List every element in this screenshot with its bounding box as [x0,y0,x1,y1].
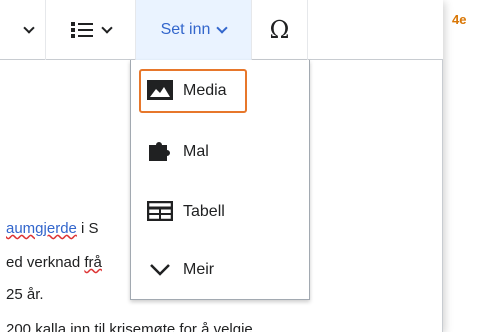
body-text: i S [76,220,99,237]
puzzle-icon [147,141,175,163]
side-panel [443,0,478,332]
menu-item-template[interactable]: Mal [141,130,301,174]
article-link[interactable]: aumgjerde [6,220,77,237]
list-dropdown-button[interactable] [46,0,136,60]
bullet-list-icon [70,21,93,39]
menu-item-label: Mal [183,143,209,160]
image-icon [147,80,175,102]
body-text: ed verknad [6,254,85,271]
chevron-down-icon [216,22,229,34]
body-text-line: ed verknad frå [6,254,102,271]
menu-item-media[interactable]: Media [139,69,247,113]
menu-item-table[interactable]: Tabell [141,190,301,234]
chevron-down-icon [100,22,113,34]
format-dropdown-button[interactable] [0,0,46,60]
menu-item-more[interactable]: Meir [141,248,301,292]
corner-label: 4e [452,12,467,27]
chevron-down-icon [23,22,35,34]
misspelled-word: frå [84,254,102,271]
menu-item-label: Media [183,82,227,99]
menu-item-label: Tabell [183,203,225,220]
omega-icon: Ω [269,16,290,44]
insert-menu-button[interactable]: Set inn [136,0,252,60]
menu-item-label: Meir [183,261,215,278]
body-text: 25 år. [6,286,44,303]
body-text: 200 kalla inn til krisemøte for å velgje [6,321,253,332]
insert-dropdown-menu: Media Mal Tabell Meir [130,60,310,300]
editor-surface: Set inn Ω aumgjerde i S ed verknad frå 2… [0,0,443,332]
body-text-line: aumgjerde i S [6,220,99,237]
editor-toolbar: Set inn Ω [0,0,443,60]
body-text-line: 25 år. [6,286,44,303]
chevron-down-icon [147,259,175,281]
body-text-line: 200 kalla inn til krisemøte for å velgje [6,321,253,332]
table-icon [146,200,175,223]
special-character-button[interactable]: Ω [252,0,308,60]
insert-label: Set inn [160,21,211,38]
